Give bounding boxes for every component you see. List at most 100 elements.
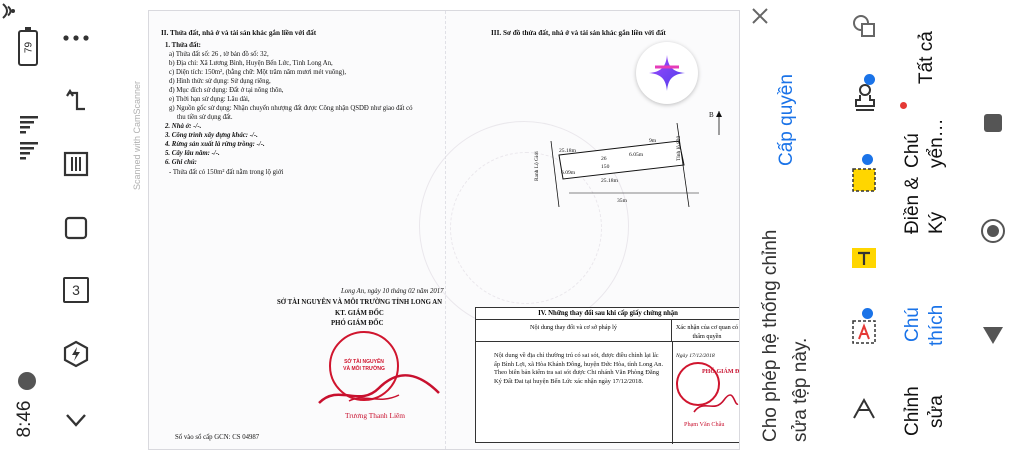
edit-label-2[interactable]: sửa — [926, 395, 948, 428]
note-label-1[interactable]: Chú — [902, 133, 924, 168]
permission-message-line1: Cho phép hệ thống chỉnh — [760, 229, 781, 442]
signal-icon — [18, 114, 38, 141]
parcel-area: c) Diện tích: 150m², (bằng chữ: Một trăm… — [169, 69, 347, 76]
battery-level: 79 — [23, 41, 35, 54]
comment-label-2[interactable]: thích — [926, 305, 948, 346]
note-badge-icon — [864, 74, 875, 85]
textbox-badge-icon — [862, 308, 873, 319]
dim-left-label: 6.09m — [561, 170, 576, 176]
permission-message-line2: sửa tệp này. — [790, 337, 811, 442]
rotate-icon — [66, 88, 85, 111]
select-all-label[interactable]: Tất cả — [916, 31, 938, 84]
grant-permission-link[interactable]: Cấp quyền — [776, 74, 798, 166]
comment-label-1[interactable]: Chú — [902, 307, 924, 342]
shapes-icon — [853, 15, 875, 37]
collapse-button[interactable] — [60, 404, 92, 436]
rotate-button[interactable] — [60, 84, 92, 116]
issue-place-date: Long An, ngày 10 tháng 02 năm 2017 — [341, 288, 444, 295]
note-button[interactable] — [852, 74, 878, 117]
highlight-box-button[interactable] — [850, 154, 878, 199]
screen: 79 8:46 3 Scanned with CamScanner II. Th… — [0, 0, 1024, 460]
text-box-button[interactable] — [850, 308, 878, 351]
changes-table: IV. Những thay đổi sau khi cấp giấy chứn… — [475, 307, 740, 444]
usage-term: e) Thời hạn sử dụng: Lâu dài, — [169, 96, 250, 103]
chevron-down-icon — [66, 414, 86, 427]
nav-back-button[interactable] — [980, 324, 1006, 351]
north-marker: B — [709, 111, 714, 119]
edge-bottom-label: 35m — [617, 198, 627, 204]
page-count-button[interactable]: 3 — [60, 274, 92, 306]
section-ii-title: II. Thửa đất, nhà ở và tài sản khác gắn … — [161, 29, 317, 37]
notes-heading: 6. Ghi chú: — [165, 159, 197, 166]
text-highlight-icon — [852, 248, 876, 268]
stamp-icon — [855, 84, 875, 111]
pen-button[interactable] — [850, 396, 878, 429]
status-clock: 8:46 — [14, 400, 35, 438]
battery-icon: 79 — [18, 27, 38, 66]
signal-2-icon — [18, 140, 38, 167]
pen-icon — [853, 397, 875, 419]
perennial-line: 5. Cây lâu năm: -/-. — [165, 150, 220, 157]
parcel-number: a) Thửa đất số: 26 , tờ bản đồ số: 32, — [169, 51, 269, 58]
usage-origin-cont: thu tiền sử dụng đất. — [177, 114, 233, 121]
select-all-button[interactable] — [850, 12, 878, 45]
signature-mark — [318, 374, 440, 404]
other-works-line: 3. Công trình xây dựng khác: -/-. — [165, 132, 258, 139]
parcel-map — [529, 111, 739, 221]
fullscreen-button[interactable] — [60, 212, 92, 244]
changes-content: Nội dung về địa chỉ thường trú có sai só… — [494, 352, 664, 385]
usage-origin: g) Nguồn gốc sử dụng: Nhận chuyển nhượng… — [169, 105, 413, 112]
close-icon — [752, 8, 768, 24]
right-signer-name: Phạm Văn Châu — [684, 421, 725, 428]
nav-recents-button[interactable] — [982, 112, 1004, 139]
fill-sign-label-2[interactable]: Ký — [926, 212, 948, 234]
permission-panel: Cấp quyền Cho phép hệ thống chỉnh sửa tệ… — [740, 0, 832, 460]
usage-purpose: đ) Mục đích sử dụng: Đất ở tại nông thôn… — [169, 87, 284, 94]
message-app-icon — [18, 372, 36, 390]
pages-icon — [63, 151, 89, 177]
notes-text: - Thửa đất có 150m² đất nằm trong lộ giớ… — [169, 169, 284, 176]
fill-sign-label-1[interactable]: Điền & — [902, 177, 924, 234]
dim-right-label: 6.05m — [629, 152, 644, 158]
confirm-stamp-label: PHÓ GIÁM Đ — [702, 369, 740, 375]
deputy-director: PHÓ GIÁM ĐỐC — [331, 320, 384, 327]
edit-label-1[interactable]: Chỉnh — [902, 386, 924, 436]
system-status-bar: 79 8:46 — [0, 0, 46, 460]
note-alert-dot — [900, 102, 907, 109]
road-right-label: Tỉnh lộ 830 — [676, 135, 682, 161]
note-label-2[interactable]: yển… — [926, 118, 948, 168]
issuing-authority: SỞ TÀI NGUYÊN VÀ MÔI TRƯỜNG TỈNH LONG AN — [277, 299, 443, 306]
flash-button[interactable] — [60, 338, 92, 370]
square-icon — [984, 114, 1002, 132]
close-permission-button[interactable] — [748, 6, 772, 30]
table-divider — [672, 342, 673, 444]
road-left-label: Ranh Lộ Giới — [534, 151, 540, 181]
wifi-icon — [0, 0, 20, 22]
tool-panel: Tất cả Chú yển… Điền & Ký Chú thích Chỉn… — [832, 0, 1024, 460]
left-signer-name: Trương Thanh Liêm — [345, 411, 406, 420]
bolt-icon — [63, 340, 89, 368]
page-view-button[interactable] — [60, 148, 92, 180]
highlight-box-icon — [852, 168, 876, 192]
edge-top-label: 9m — [649, 138, 657, 144]
usage-form: d) Hình thức sử dụng: Sử dụng riêng, — [169, 78, 271, 85]
changes-col-confirm: Xác nhận của cơ quan có thẩm quyền — [672, 320, 739, 342]
nav-home-button[interactable] — [980, 218, 1006, 249]
house-line: 2. Nhà ở: -/-. — [165, 123, 202, 130]
dim-bottom-label: 25.18m — [601, 178, 618, 184]
text-box-icon — [852, 320, 876, 344]
highlight-badge-icon — [862, 154, 873, 165]
home-circle-icon — [981, 219, 1005, 243]
more-options-button[interactable] — [60, 22, 92, 54]
crop-icon — [64, 216, 88, 240]
page-count-badge: 3 — [63, 277, 89, 303]
app-logo-button[interactable] — [636, 42, 698, 104]
right-signature-mark — [693, 394, 739, 413]
text-highlight-button[interactable] — [850, 244, 878, 277]
left-toolbar: 3 — [46, 0, 106, 460]
register-number: Số vào sổ cấp GCN: CS 04987 — [175, 434, 260, 441]
forest-line: 4. Rừng sản xuất là rừng trồng: -/-. — [165, 141, 265, 148]
kt-director: KT. GIÁM ĐỐC — [335, 310, 384, 317]
changes-col-content: Nội dung thay đổi và cơ sở pháp lý — [476, 320, 672, 342]
parcel-heading: 1. Thửa đất: — [165, 42, 201, 49]
